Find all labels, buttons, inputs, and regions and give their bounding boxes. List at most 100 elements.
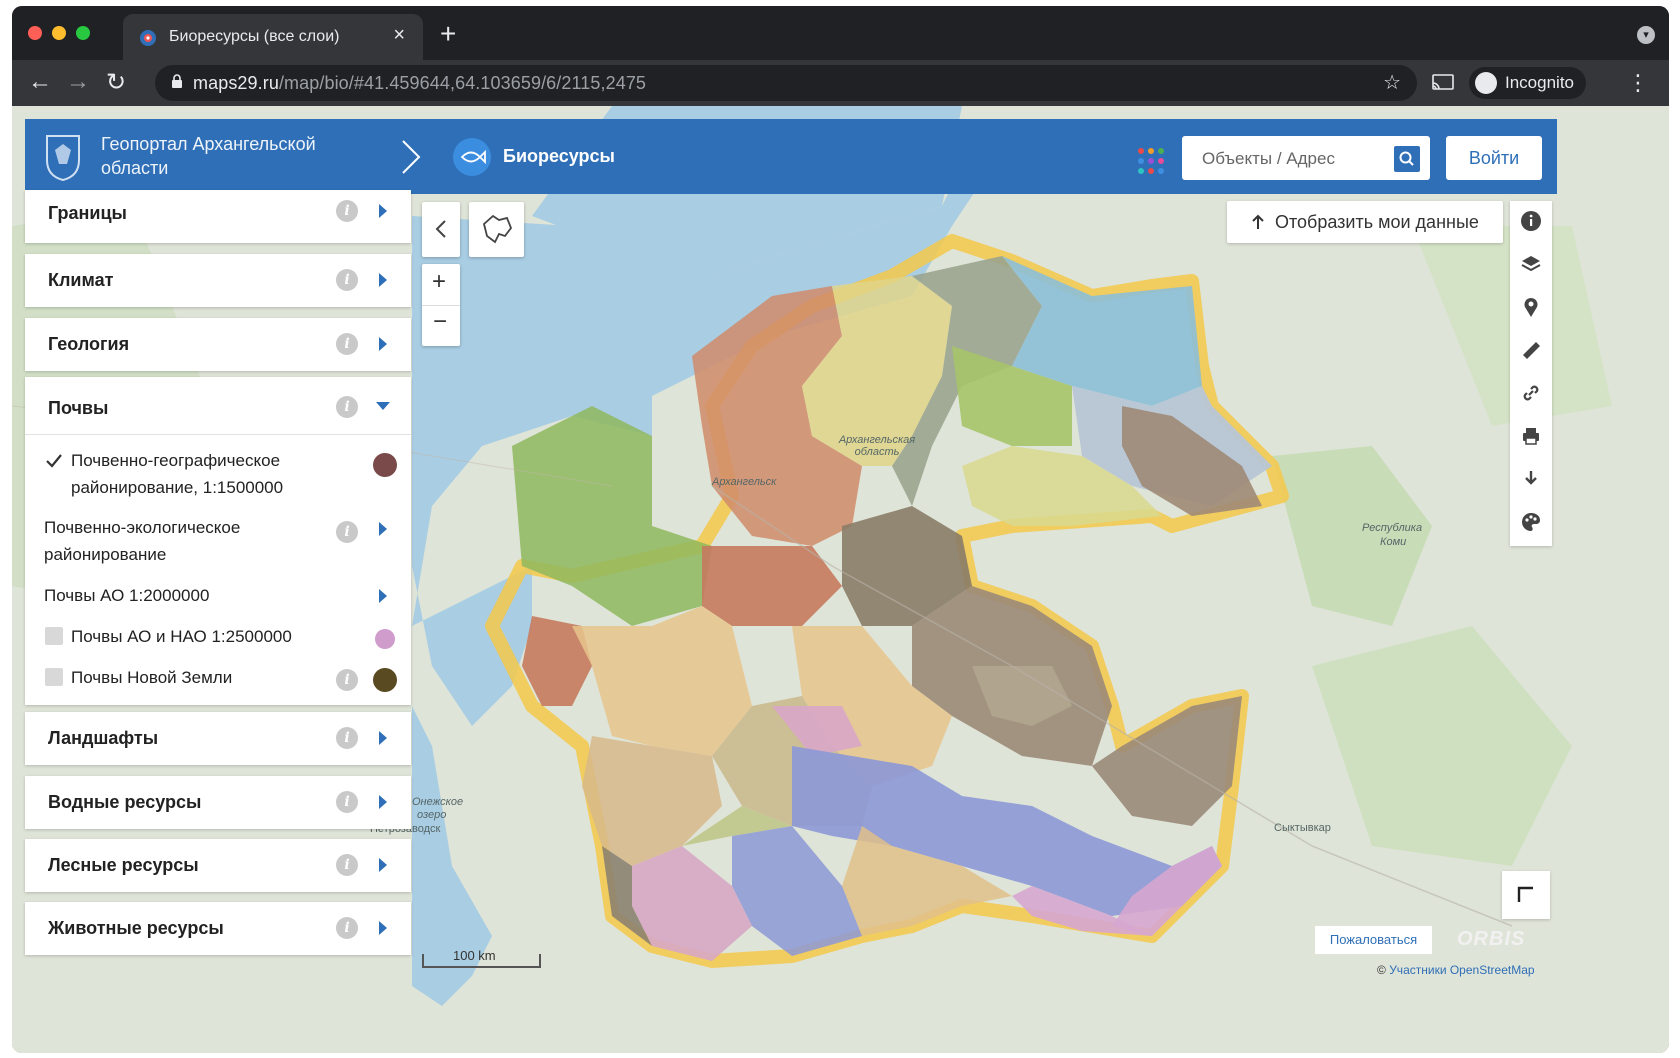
region-extent-button[interactable] — [469, 202, 524, 257]
layer-group-label: Лесные ресурсы — [48, 855, 199, 875]
login-button[interactable]: Войти — [1446, 136, 1542, 180]
arrow-up-icon — [1252, 214, 1264, 229]
search-button[interactable] — [1394, 146, 1420, 172]
forward-button[interactable]: → — [66, 68, 90, 96]
zoom-control: + − — [422, 264, 460, 346]
layer-item-label[interactable]: Почвы АО и НАО 1:2500000 — [71, 623, 292, 651]
info-icon[interactable]: i — [336, 917, 358, 939]
search-input[interactable] — [1182, 136, 1404, 182]
layer-item-label[interactable]: Почвенно-экологическое — [44, 514, 240, 542]
layer-item-label[interactable]: районирование, 1:1500000 — [71, 474, 283, 502]
orbis-logo: ORBIS — [1457, 928, 1526, 950]
ruler-icon[interactable] — [1520, 339, 1542, 361]
layer-group-label: Границы — [48, 203, 127, 223]
zoom-out-button[interactable]: − — [433, 308, 447, 336]
link-icon[interactable] — [1520, 382, 1542, 404]
back-button[interactable]: ← — [28, 68, 52, 96]
info-icon[interactable]: i — [336, 521, 358, 543]
collapse-arrow-icon[interactable] — [376, 402, 390, 410]
expand-arrow-icon[interactable] — [379, 731, 387, 745]
layer-group-climate[interactable]: Климат i — [25, 254, 411, 307]
layer-item-label[interactable]: Почвы АО 1:2000000 — [44, 582, 209, 610]
layer-swatch — [373, 453, 397, 477]
tab-search-icon[interactable]: ▾ — [1637, 26, 1655, 44]
zoom-in-button[interactable]: + — [432, 268, 446, 296]
region-crest-icon[interactable] — [41, 130, 85, 182]
info-icon[interactable] — [1520, 210, 1542, 232]
layer-group-forest[interactable]: Лесные ресурсы i — [25, 839, 411, 892]
minimize-window-button[interactable] — [52, 26, 66, 40]
divider — [25, 434, 411, 435]
layer-checkbox[interactable] — [45, 668, 63, 686]
osm-attribution-link[interactable]: Участники OpenStreetMap — [1389, 963, 1534, 977]
fullscreen-button[interactable] — [1502, 871, 1550, 919]
info-icon[interactable]: i — [336, 669, 358, 691]
bookmark-star-icon[interactable]: ☆ — [1383, 70, 1401, 95]
info-icon[interactable]: i — [336, 333, 358, 355]
fish-icon — [453, 138, 491, 176]
expand-arrow-icon[interactable] — [379, 337, 387, 351]
layer-group-landscapes[interactable]: Ландшафты i — [25, 712, 411, 765]
url-path: /map/bio/#41.459644,64.103659/6/2115,247… — [278, 73, 647, 93]
address-bar[interactable]: maps29.ru/map/bio/#41.459644,64.103659/6… — [155, 65, 1417, 101]
show-my-data-button[interactable]: Отобразить мои данные — [1227, 201, 1503, 243]
layer-item-label[interactable]: районирование — [44, 541, 166, 569]
info-icon[interactable]: i — [336, 727, 358, 749]
info-icon[interactable]: i — [336, 396, 358, 418]
print-icon[interactable] — [1520, 425, 1542, 447]
layer-checkbox-checked[interactable] — [45, 452, 63, 470]
layer-checkbox[interactable] — [45, 627, 63, 645]
apps-grid-icon[interactable] — [1137, 147, 1165, 175]
portal-title[interactable]: Геопортал Архангельской области — [101, 132, 361, 180]
map-label-komi-1: Республика — [1362, 522, 1423, 534]
expand-arrow-icon[interactable] — [379, 795, 387, 809]
tab-close-icon[interactable]: × — [393, 24, 405, 47]
layer-group-label[interactable]: Почвы — [48, 398, 108, 419]
browser-tab[interactable]: Биоресурсы (все слои) × — [123, 14, 423, 60]
expand-arrow-icon[interactable] — [379, 589, 387, 603]
map-toolbar — [1510, 201, 1552, 546]
layer-group-label: Животные ресурсы — [48, 918, 224, 938]
info-icon[interactable]: i — [336, 200, 358, 222]
palette-icon[interactable] — [1520, 511, 1542, 533]
expand-arrow-icon[interactable] — [379, 273, 387, 287]
search-box — [1182, 136, 1430, 182]
zoom-window-button[interactable] — [76, 26, 90, 40]
browser-menu-icon[interactable]: ⋮ — [1627, 70, 1649, 96]
info-icon[interactable]: i — [336, 791, 358, 813]
region-outline-icon — [482, 214, 513, 244]
incognito-badge[interactable]: Incognito — [1469, 67, 1586, 99]
expand-arrow-icon[interactable] — [379, 204, 387, 218]
expand-arrow-icon[interactable] — [379, 858, 387, 872]
info-icon[interactable]: i — [336, 269, 358, 291]
download-icon[interactable] — [1520, 468, 1542, 490]
layer-group-soils: Почвы i Почвенно-географическое райониро… — [25, 377, 411, 705]
layer-item-label[interactable]: Почвы Новой Земли — [71, 664, 232, 692]
layers-icon[interactable] — [1520, 253, 1542, 275]
layer-group-label: Ландшафты — [48, 728, 159, 748]
map-label-onega-2: озеро — [417, 809, 447, 821]
layer-group-animals[interactable]: Животные ресурсы i — [25, 902, 411, 955]
expand-arrow-icon[interactable] — [379, 921, 387, 935]
corner-bracket-icon — [1517, 886, 1533, 902]
reload-button[interactable]: ↻ — [106, 68, 126, 97]
collapse-panel-button[interactable] — [422, 202, 460, 257]
layer-item-label[interactable]: Почвенно-географическое — [71, 447, 280, 475]
incognito-icon — [1475, 72, 1497, 94]
show-my-data-label: Отобразить мои данные — [1275, 212, 1479, 232]
info-icon[interactable]: i — [336, 854, 358, 876]
close-window-button[interactable] — [28, 26, 42, 40]
layer-group-water[interactable]: Водные ресурсы i — [25, 776, 411, 829]
map-label-komi-2: Коми — [1380, 536, 1407, 548]
layer-group-geology[interactable]: Геология i — [25, 318, 411, 371]
pin-icon[interactable] — [1520, 296, 1542, 318]
url-host: maps29.ru — [193, 73, 279, 93]
lock-icon — [172, 74, 182, 88]
report-button[interactable]: Пожаловаться — [1315, 926, 1432, 954]
expand-arrow-icon[interactable] — [379, 522, 387, 536]
cast-icon[interactable] — [1432, 74, 1454, 90]
layer-group-borders[interactable]: Границы i — [25, 190, 411, 243]
new-tab-button[interactable]: + — [440, 18, 456, 50]
map-label-onega-1: Онежское — [412, 796, 464, 808]
section-title: Биоресурсы — [503, 146, 615, 166]
